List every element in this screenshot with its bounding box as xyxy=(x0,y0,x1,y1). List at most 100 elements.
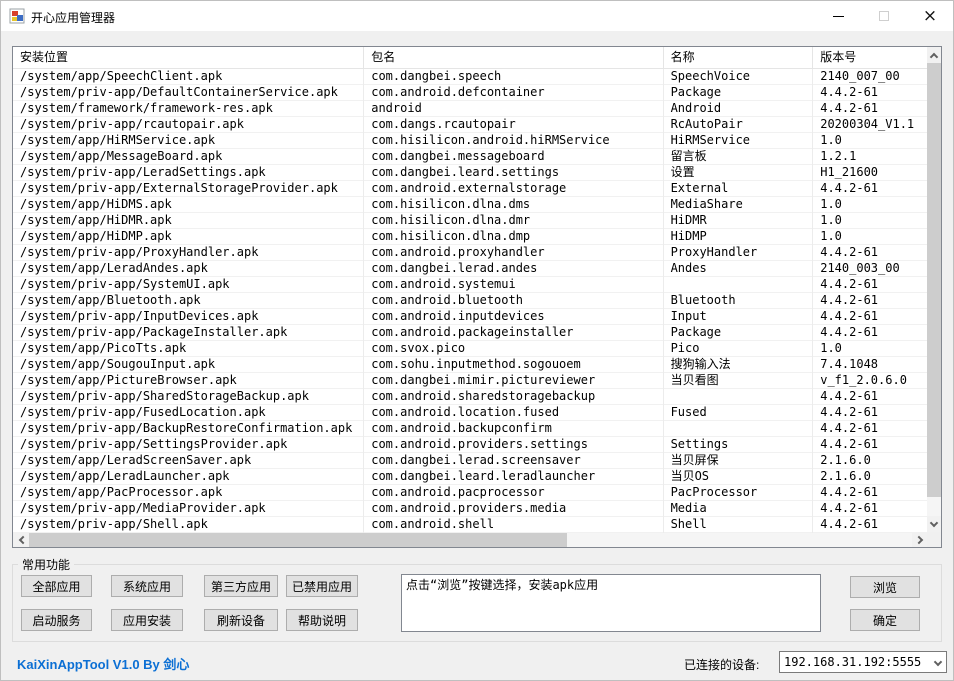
vertical-scroll-thumb[interactable] xyxy=(927,63,941,497)
scroll-left-button[interactable] xyxy=(13,533,29,547)
table-row[interactable]: /system/priv-app/MediaProvider.apkcom.an… xyxy=(13,501,927,517)
table-row[interactable]: /system/priv-app/DefaultContainerService… xyxy=(13,85,927,101)
table-row[interactable]: /system/app/PacProcessor.apkcom.android.… xyxy=(13,485,927,501)
table-row[interactable]: /system/app/LeradLauncher.apkcom.dangbei… xyxy=(13,469,927,485)
table-cell: com.dangbei.mimir.pictureviewer xyxy=(364,373,663,389)
table-row[interactable]: /system/app/SougouInput.apkcom.sohu.inpu… xyxy=(13,357,927,373)
chevron-down-icon xyxy=(930,518,938,526)
ok-button[interactable]: 确定 xyxy=(850,609,920,631)
table-row[interactable]: /system/app/Bluetooth.apkcom.android.blu… xyxy=(13,293,927,309)
table-cell: Pico xyxy=(664,341,814,357)
table-cell xyxy=(664,421,814,437)
scroll-down-button[interactable] xyxy=(927,516,941,532)
system-apps-button[interactable]: 系统应用 xyxy=(111,575,183,597)
table-cell: /system/priv-app/rcautopair.apk xyxy=(13,117,364,133)
table-cell: HiRMService xyxy=(664,133,814,149)
table-row[interactable]: /system/app/PictureBrowser.apkcom.dangbe… xyxy=(13,373,927,389)
table-cell: 1.0 xyxy=(813,213,927,229)
table-cell: 留言板 xyxy=(664,149,814,165)
table-cell: /system/app/Bluetooth.apk xyxy=(13,293,364,309)
table-row[interactable]: /system/priv-app/ExternalStorageProvider… xyxy=(13,181,927,197)
table-cell: 搜狗输入法 xyxy=(664,357,814,373)
connected-device-label: 已连接的设备: xyxy=(684,656,759,673)
titlebar: 开心应用管理器 × xyxy=(1,1,953,31)
table-cell: /system/framework/framework-res.apk xyxy=(13,101,364,117)
table-cell: /system/app/LeradLauncher.apk xyxy=(13,469,364,485)
table-row[interactable]: /system/app/HiDMS.apkcom.hisilicon.dlna.… xyxy=(13,197,927,213)
scroll-up-button[interactable] xyxy=(927,47,941,63)
table-cell: com.android.bluetooth xyxy=(364,293,663,309)
column-header[interactable]: 包名 xyxy=(364,47,663,69)
chevron-up-icon xyxy=(930,52,938,60)
table-cell: /system/priv-app/MediaProvider.apk xyxy=(13,501,364,517)
table-cell: com.svox.pico xyxy=(364,341,663,357)
table-row[interactable]: /system/priv-app/rcautopair.apkcom.dangs… xyxy=(13,117,927,133)
horizontal-scrollbar[interactable] xyxy=(13,533,928,547)
table-cell: /system/app/SougouInput.apk xyxy=(13,357,364,373)
table-row[interactable]: /system/priv-app/InputDevices.apkcom.and… xyxy=(13,309,927,325)
table-cell: com.android.sharedstoragebackup xyxy=(364,389,663,405)
table-cell: /system/app/HiDMR.apk xyxy=(13,213,364,229)
table-cell: com.android.location.fused xyxy=(364,405,663,421)
table-row[interactable]: /system/priv-app/ProxyHandler.apkcom.and… xyxy=(13,245,927,261)
app-icon xyxy=(9,8,25,24)
table-row[interactable]: /system/app/MessageBoard.apkcom.dangbei.… xyxy=(13,149,927,165)
start-service-button[interactable]: 启动服务 xyxy=(21,609,92,631)
chevron-left-icon xyxy=(18,536,26,544)
minimize-button[interactable] xyxy=(815,1,861,31)
all-apps-button[interactable]: 全部应用 xyxy=(21,575,92,597)
table-cell: com.dangbei.leard.settings xyxy=(364,165,663,181)
scroll-right-button[interactable] xyxy=(912,533,928,547)
table-row[interactable]: /system/app/HiDMP.apkcom.hisilicon.dlna.… xyxy=(13,229,927,245)
table-cell: 当贝看图 xyxy=(664,373,814,389)
table-cell: Input xyxy=(664,309,814,325)
column-header[interactable]: 版本号 xyxy=(813,47,927,69)
table-row[interactable]: /system/app/SpeechClient.apkcom.dangbei.… xyxy=(13,69,927,85)
table-row[interactable]: /system/app/HiRMService.apkcom.hisilicon… xyxy=(13,133,927,149)
browse-button[interactable]: 浏览 xyxy=(850,576,920,598)
table-cell: Settings xyxy=(664,437,814,453)
table-cell: 4.4.2-61 xyxy=(813,437,927,453)
device-combobox-value: 192.168.31.192:5555 xyxy=(784,655,921,669)
disabled-apps-button[interactable]: 已禁用应用 xyxy=(286,575,358,597)
device-combobox[interactable]: 192.168.31.192:5555 xyxy=(779,651,947,673)
table-row[interactable]: /system/app/LeradAndes.apkcom.dangbei.le… xyxy=(13,261,927,277)
install-path-textbox[interactable]: 点击“浏览”按键选择，安装apk应用 xyxy=(401,574,821,632)
table-cell: com.hisilicon.dlna.dms xyxy=(364,197,663,213)
table-row[interactable]: /system/priv-app/SharedStorageBackup.apk… xyxy=(13,389,927,405)
horizontal-scroll-thumb[interactable] xyxy=(29,533,567,547)
help-button[interactable]: 帮助说明 xyxy=(286,609,358,631)
table-cell: 2.1.6.0 xyxy=(813,469,927,485)
table-cell: com.dangbei.messageboard xyxy=(364,149,663,165)
table-cell: /system/priv-app/BackupRestoreConfirmati… xyxy=(13,421,364,437)
table-row[interactable]: /system/framework/framework-res.apkandro… xyxy=(13,101,927,117)
table-row[interactable]: /system/priv-app/SystemUI.apkcom.android… xyxy=(13,277,927,293)
table-cell: com.dangbei.speech xyxy=(364,69,663,85)
table-row[interactable]: /system/priv-app/PackageInstaller.apkcom… xyxy=(13,325,927,341)
table-row[interactable]: /system/priv-app/BackupRestoreConfirmati… xyxy=(13,421,927,437)
app-install-button[interactable]: 应用安装 xyxy=(111,609,183,631)
vertical-scrollbar[interactable] xyxy=(927,47,941,532)
column-header[interactable]: 安装位置 xyxy=(13,47,364,69)
scrollbar-corner xyxy=(927,532,941,547)
refresh-device-button[interactable]: 刷新设备 xyxy=(204,609,278,631)
table-cell: 1.0 xyxy=(813,341,927,357)
table-cell: External xyxy=(664,181,814,197)
table-cell: 4.4.2-61 xyxy=(813,293,927,309)
table-cell: 当贝屏保 xyxy=(664,453,814,469)
table-cell: com.android.packageinstaller xyxy=(364,325,663,341)
table-row[interactable]: /system/priv-app/LeradSettings.apkcom.da… xyxy=(13,165,927,181)
table-row[interactable]: /system/priv-app/Shell.apkcom.android.sh… xyxy=(13,517,927,533)
table-row[interactable]: /system/priv-app/FusedLocation.apkcom.an… xyxy=(13,405,927,421)
table-row[interactable]: /system/app/PicoTts.apkcom.svox.picoPico… xyxy=(13,341,927,357)
table-cell: /system/priv-app/ProxyHandler.apk xyxy=(13,245,364,261)
table-row[interactable]: /system/app/HiDMR.apkcom.hisilicon.dlna.… xyxy=(13,213,927,229)
column-header[interactable]: 名称 xyxy=(664,47,814,69)
table-row[interactable]: /system/app/LeradScreenSaver.apkcom.dang… xyxy=(13,453,927,469)
close-button[interactable]: × xyxy=(907,1,953,31)
third-party-apps-button[interactable]: 第三方应用 xyxy=(204,575,278,597)
table-cell: com.android.providers.media xyxy=(364,501,663,517)
table-cell: Android xyxy=(664,101,814,117)
table-cell: 4.4.2-61 xyxy=(813,421,927,437)
table-row[interactable]: /system/priv-app/SettingsProvider.apkcom… xyxy=(13,437,927,453)
